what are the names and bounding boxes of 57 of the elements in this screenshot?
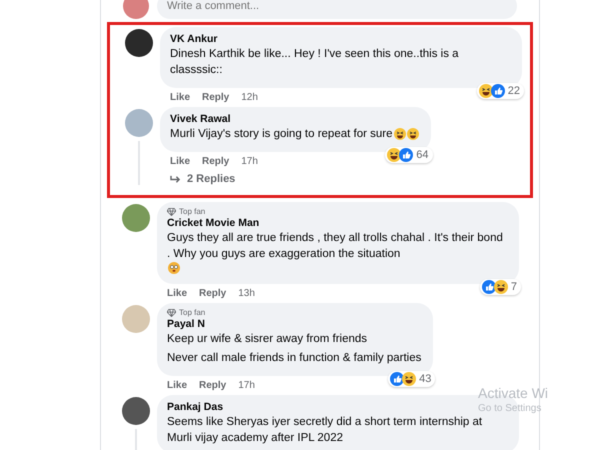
reaction-count: 64: [416, 149, 428, 161]
avatar: [125, 29, 153, 57]
reply-link[interactable]: Reply: [199, 288, 226, 299]
thumbs-up-icon: [399, 148, 414, 162]
avatar: [123, 0, 149, 19]
commenter-name[interactable]: Vivek Rawal: [170, 112, 231, 126]
view-replies-link[interactable]: 2 Replies: [160, 167, 236, 185]
reply-link[interactable]: Reply: [199, 380, 226, 391]
avatar: [122, 204, 150, 232]
comment-text: Dinesh Karthik be like... Hey ! I've seen this one..this is a classssic::: [170, 47, 460, 78]
badge-text: Top fan: [179, 207, 206, 216]
emoji-icon: [168, 262, 180, 274]
timestamp[interactable]: 12h: [241, 92, 258, 103]
laughing-face-icon: [494, 280, 508, 294]
diamond-icon: [167, 208, 176, 216]
reaction-summary[interactable]: 7: [480, 279, 521, 295]
comment-text: Seems like Sheryas iyer secretly did a short term internship at Murli vijay academy after IPL 2022: [167, 415, 484, 446]
commenter-name[interactable]: VK Ankur: [170, 32, 218, 46]
reply-link[interactable]: Reply: [202, 92, 230, 103]
emoji-icon: [394, 128, 406, 140]
comment-field[interactable]: Write a comment...: [157, 0, 517, 19]
reaction-count: 22: [508, 85, 520, 97]
commenter-name[interactable]: Cricket Movie Man: [167, 216, 260, 230]
laughing-face-icon: [387, 148, 402, 162]
activation-notice-title: Activate Wi: [478, 385, 548, 401]
like-link[interactable]: Like: [170, 156, 190, 167]
laughing-face-icon: [478, 84, 493, 98]
comment-text: Murli Vijay's story is going to repeat for sure: [170, 127, 392, 142]
emoji-icon: [406, 128, 418, 140]
timestamp[interactable]: 13h: [238, 288, 255, 299]
timestamp[interactable]: 17h: [241, 156, 258, 167]
reaction-count: 43: [419, 373, 432, 385]
timestamp[interactable]: 17h: [238, 380, 255, 391]
diamond-icon: [167, 308, 176, 316]
activation-notice-text: Go to Settings: [478, 403, 542, 414]
reaction-count: 7: [510, 281, 517, 293]
like-link[interactable]: Like: [170, 92, 190, 103]
thumbs-up-icon: [490, 84, 505, 98]
badge-text: Top fan: [179, 308, 206, 317]
avatar: [122, 397, 150, 425]
reaction-summary[interactable]: 43: [388, 371, 436, 387]
commenter-name[interactable]: Payal N: [167, 317, 205, 331]
reply-arrow-icon: [170, 174, 181, 184]
commenter-name[interactable]: Pankaj Das: [167, 400, 224, 414]
avatar: [122, 305, 150, 333]
comment-text: Keep ur wife & sisrer away from friends: [167, 332, 368, 347]
comment-text: Guys they all are true friends , they all trolls chahal . It's their bond . Why you guys are exaggeration the situation: [167, 231, 504, 262]
reaction-summary[interactable]: 22: [476, 83, 524, 99]
like-link[interactable]: Like: [167, 380, 188, 391]
reaction-summary[interactable]: 64: [385, 147, 432, 163]
thumbs-up-icon: [390, 372, 404, 386]
avatar: [125, 109, 153, 137]
comment-text: Never call male friends in function & family parties: [167, 351, 422, 366]
thumbs-up-icon: [482, 280, 496, 294]
like-link[interactable]: Like: [167, 288, 188, 299]
reply-link[interactable]: Reply: [202, 156, 230, 167]
laughing-face-icon: [402, 372, 416, 386]
